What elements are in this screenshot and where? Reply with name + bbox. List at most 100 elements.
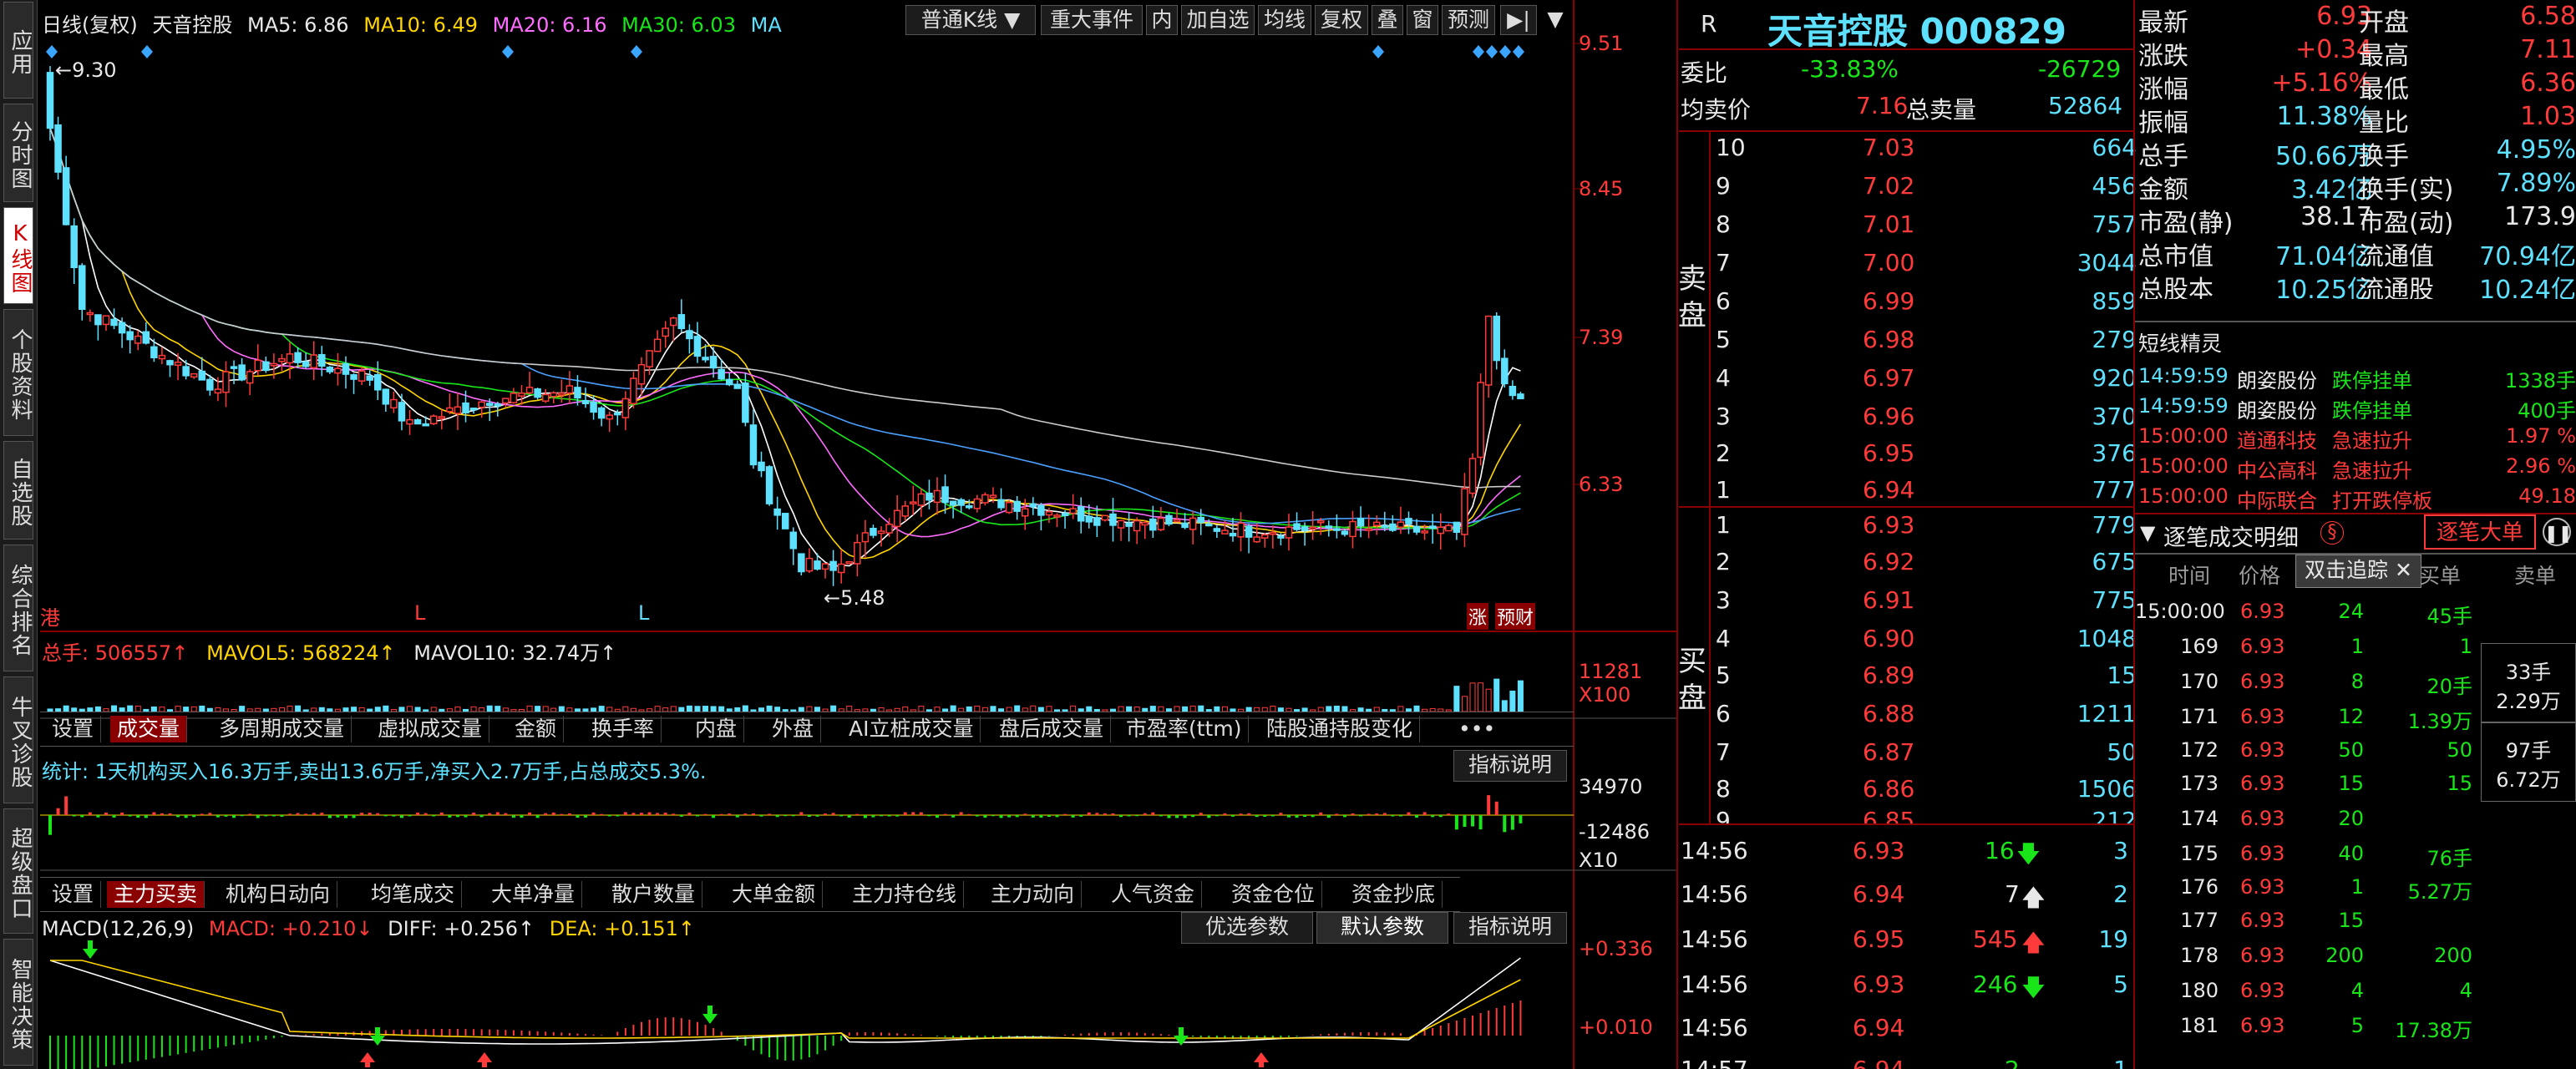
limit-up-tag[interactable]: 涨 xyxy=(1467,603,1489,630)
tab-retail-count[interactable]: 散户数量 xyxy=(605,881,703,908)
tab-main-buy-sell[interactable]: 主力买卖 xyxy=(107,881,205,908)
candle xyxy=(949,500,957,506)
pause-icon[interactable]: ❚❚ xyxy=(2543,518,2573,546)
tick-row[interactable]: 14:56 6.95 545 🡅 19 xyxy=(1679,919,2130,957)
candle xyxy=(765,466,773,504)
tab-amount[interactable]: 金额 xyxy=(508,716,565,742)
short-line-item[interactable]: 15:00:00 道通科技 急速拉升 1.97 % xyxy=(2138,421,2576,453)
sell-order-row[interactable]: 8 7.01 757 xyxy=(1709,204,2140,242)
collapse-arrow-icon[interactable]: ▼ xyxy=(2140,521,2155,545)
trade-detail-row[interactable]: 181 6.93 5 17.38万 xyxy=(2135,1007,2477,1042)
sell-order-row[interactable]: 1 6.94 777 xyxy=(1709,469,2140,508)
tab-fund-bottom[interactable]: 资金抄底 xyxy=(1345,881,1443,908)
candle xyxy=(845,560,854,565)
track-tooltip[interactable]: 双击追踪 ✕ xyxy=(2295,555,2421,588)
short-line-item[interactable]: 15:00:00 中际联合 打开跌停板 49.18 xyxy=(2138,481,2576,513)
flow-bar xyxy=(943,813,947,815)
trade-detail-row[interactable]: 173 6.93 15 15 xyxy=(2135,765,2477,798)
signal-arrow-icon xyxy=(370,1027,385,1046)
buy-order-row[interactable]: 3 6.91 775 xyxy=(1709,580,2140,618)
sell-order-row[interactable]: 7 7.00 3044 xyxy=(1709,242,2140,281)
tick-row[interactable]: 14:56 6.94 xyxy=(1679,1007,2130,1046)
trade-detail-row[interactable]: 176 6.93 1 5.27万 xyxy=(2135,869,2477,904)
trade-detail-row[interactable]: 174 6.93 20 xyxy=(2135,800,2477,833)
short-line-item[interactable]: 14:59:59 朗姿股份 跌停挂单 400手 xyxy=(2138,391,2576,423)
tab-after-hours-volume[interactable]: 盘后成交量 xyxy=(992,716,1112,742)
ma-line xyxy=(49,128,1521,530)
buy-order-row[interactable]: 9 6.85 212 xyxy=(1709,800,2140,823)
tab-ai-volume[interactable]: AI立桩成交量 xyxy=(842,716,981,742)
flow-bar xyxy=(399,815,403,818)
default-params-button[interactable]: 默认参数 xyxy=(1316,912,1448,944)
candle xyxy=(294,352,302,363)
indicator-desc-button[interactable]: 指标说明 xyxy=(1453,912,1567,944)
sell-order-row[interactable]: 2 6.95 376 xyxy=(1709,433,2140,471)
tab-volume[interactable]: 成交量 xyxy=(110,716,188,742)
buy-order-row[interactable]: 1 6.93 779 xyxy=(1709,504,2140,543)
tab-outer[interactable]: 外盘 xyxy=(765,716,822,742)
tab-avg-trade[interactable]: 均笔成交 xyxy=(364,881,463,908)
flow-bar xyxy=(144,815,148,818)
optimal-params-button[interactable]: 优选参数 xyxy=(1181,912,1313,944)
large-order-box[interactable]: 33手 2.29万 xyxy=(2481,643,2576,723)
tab-main-position[interactable]: 主力持仓线 xyxy=(845,881,965,908)
large-order-box[interactable]: 97手 6.72万 xyxy=(2481,722,2576,802)
tab-large-net[interactable]: 大单净量 xyxy=(484,881,583,908)
tab-popularity[interactable]: 人气资金 xyxy=(1104,881,1203,908)
more-tabs-button[interactable]: ••• xyxy=(1452,716,1502,742)
short-line-item[interactable]: 15:00:00 中公高科 急速拉升 2.96 % xyxy=(2138,451,2576,483)
buy-order-row[interactable]: 5 6.89 15 xyxy=(1709,655,2140,693)
sell-order-row[interactable]: 3 6.96 370 xyxy=(1709,396,2140,434)
tab-virtual-volume[interactable]: 虚拟成交量 xyxy=(371,716,490,742)
short-line-item[interactable]: 14:59:59 朗姿股份 跌停挂单 1338手 xyxy=(2138,361,2576,393)
flow-bar xyxy=(1463,815,1467,828)
tick-row[interactable]: 14:56 6.93 246 🡇 5 xyxy=(1679,964,2130,1002)
indicator-desc-button[interactable]: 指标说明 xyxy=(1453,750,1567,782)
sell-order-row[interactable]: 10 7.03 664 xyxy=(1709,127,2140,165)
trade-detail-row[interactable]: 175 6.93 40 76手 xyxy=(2135,835,2477,870)
buy-order-row[interactable]: 6 6.88 1211 xyxy=(1709,693,2140,732)
trade-detail-row[interactable]: 15:00:00 6.93 24 45手 xyxy=(2135,593,2477,628)
sell-order-row[interactable]: 5 6.98 279 xyxy=(1709,319,2140,357)
sell-order-row[interactable]: 6 6.99 859 xyxy=(1709,281,2140,319)
sell-order-row[interactable]: 9 7.02 456 xyxy=(1709,165,2140,204)
close-icon[interactable]: ✕ xyxy=(2395,558,2412,582)
flow-bar xyxy=(1447,813,1451,815)
candle xyxy=(302,361,310,367)
tab-inner[interactable]: 内盘 xyxy=(688,716,745,742)
flow-bar xyxy=(360,813,364,815)
event-tag-l[interactable]: L xyxy=(638,601,649,625)
tab-settings[interactable]: 设置 xyxy=(45,881,102,908)
info-icon[interactable]: § xyxy=(2320,521,2344,545)
forecast-tag[interactable]: 预财 xyxy=(1495,603,1536,630)
buy-order-row[interactable]: 7 6.87 50 xyxy=(1709,732,2140,770)
tab-turnover[interactable]: 换手率 xyxy=(585,716,662,742)
trade-detail-row[interactable]: 169 6.93 1 1 xyxy=(2135,628,2477,661)
trade-detail-row[interactable]: 177 6.93 15 xyxy=(2135,902,2477,935)
trade-detail-row[interactable]: 170 6.93 8 20手 xyxy=(2135,663,2477,698)
tab-settings[interactable]: 设置 xyxy=(45,716,102,742)
tick-row[interactable]: 14:56 6.94 7 🡅 2 xyxy=(1679,874,2130,912)
tab-fund-position[interactable]: 资金仓位 xyxy=(1225,881,1323,908)
tab-large-amount[interactable]: 大单金额 xyxy=(725,881,824,908)
tab-institution-trend[interactable]: 机构日动向 xyxy=(219,881,338,908)
tab-northbound-holdings[interactable]: 陆股通持股变化 xyxy=(1260,716,1421,742)
trade-detail-row[interactable]: 178 6.93 200 200 xyxy=(2135,937,2477,970)
tick-row[interactable]: 14:576.9421 xyxy=(1679,1049,2130,1069)
trade-detail-row[interactable]: 180 6.93 4 4 xyxy=(2135,972,2477,1006)
big-trade-button[interactable]: 逐笔大单 xyxy=(2424,514,2536,550)
event-tag-l[interactable]: L xyxy=(414,601,425,625)
buy-order-row[interactable]: 2 6.92 675 xyxy=(1709,541,2140,580)
tab-main-move[interactable]: 主力动向 xyxy=(984,881,1083,908)
hk-connect-tag[interactable]: 港 xyxy=(40,601,60,631)
sell-order-row[interactable]: 4 6.97 920 xyxy=(1709,357,2140,396)
trade-detail-row[interactable]: 172 6.93 50 50 xyxy=(2135,732,2477,765)
flow-bar xyxy=(1007,815,1012,818)
flow-bar xyxy=(687,813,692,815)
flow-bar xyxy=(1047,815,1051,818)
trade-detail-row[interactable]: 171 6.93 12 1.39万 xyxy=(2135,698,2477,733)
tab-pe-ttm[interactable]: 市盈率(ttm) xyxy=(1119,716,1250,742)
tick-row[interactable]: 14:56 6.93 16 🡇 3 xyxy=(1679,830,2130,869)
tab-multi-period-volume[interactable]: 多周期成交量 xyxy=(212,716,352,742)
buy-order-row[interactable]: 4 6.90 1048 xyxy=(1709,618,2140,656)
